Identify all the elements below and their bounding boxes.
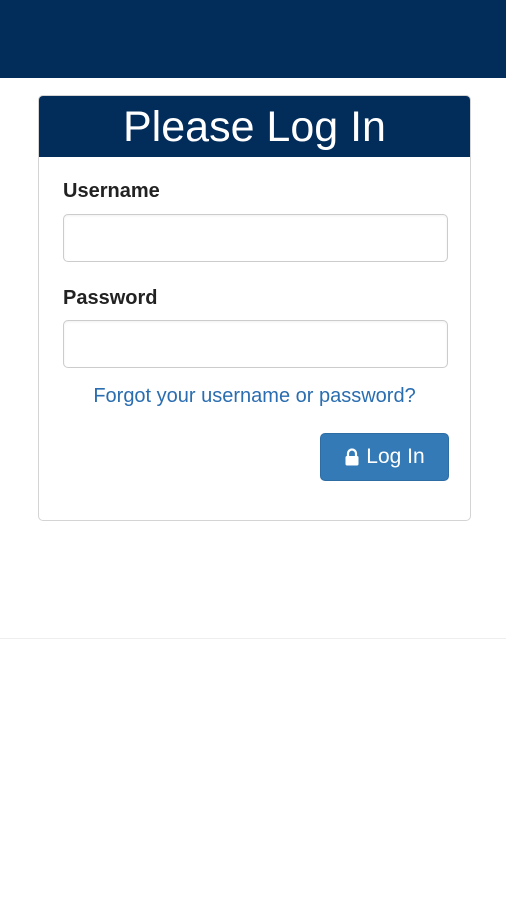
username-input[interactable] (63, 214, 448, 262)
password-label: Password (63, 287, 158, 309)
lock-icon (344, 447, 360, 466)
login-button[interactable]: Log In (320, 433, 449, 481)
top-header-bar (0, 0, 506, 78)
login-button-label: Log In (366, 445, 425, 468)
username-label: Username (63, 180, 160, 202)
login-panel: Please Log In Username Password Forgot y… (38, 95, 471, 521)
login-panel-title: Please Log In (39, 96, 470, 157)
password-input[interactable] (63, 320, 448, 368)
forgot-credentials-link[interactable]: Forgot your username or password? (39, 385, 470, 408)
page-divider (0, 638, 506, 639)
